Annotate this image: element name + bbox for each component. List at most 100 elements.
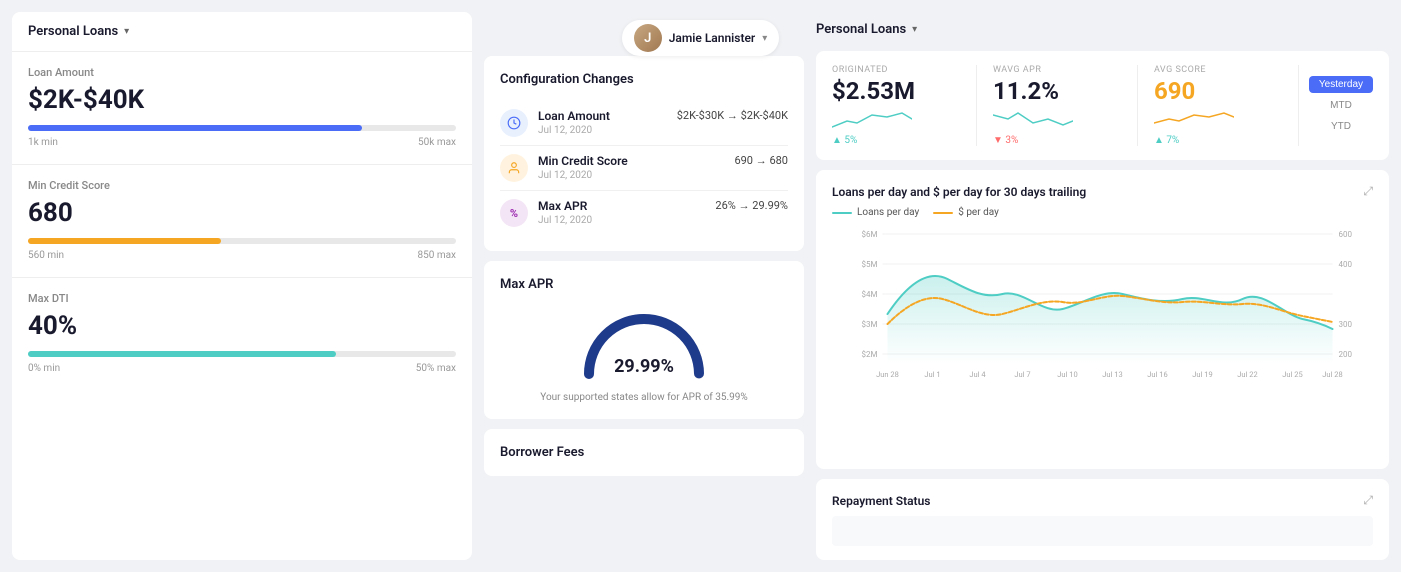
loan-amount-card: Loan Amount $2K-$40K 1k min 50k max <box>12 52 472 165</box>
credit-score-label: Min Credit Score <box>28 179 456 192</box>
stat-apr-label: WAVG APR <box>993 65 1121 75</box>
user-badge[interactable]: J Jamie Lannister ▾ <box>622 20 780 56</box>
borrower-fees-title: Borrower Fees <box>500 445 788 460</box>
expand-icon[interactable]: ⤢ <box>1363 184 1373 199</box>
center-panel: Configuration Changes Loan Amount Jul 12… <box>484 56 804 560</box>
loan-amount-fill <box>28 125 362 131</box>
time-btn-ytd[interactable]: YTD <box>1309 118 1373 135</box>
time-button-group: Yesterday MTD YTD <box>1299 76 1373 135</box>
svg-text:Jul 16: Jul 16 <box>1147 370 1167 379</box>
gauge-container: 29.99% <box>500 304 788 384</box>
config-apr-name: Max APR <box>538 199 705 213</box>
left-panel-chevron: ▾ <box>124 26 129 37</box>
svg-text:Jul 13: Jul 13 <box>1102 370 1122 379</box>
apr-sparkline <box>993 107 1073 131</box>
line-chart-svg: $6M $5M $4M $3M $2M 600 400 300 200 <box>832 224 1373 384</box>
stat-apr-value: 11.2% <box>993 79 1121 103</box>
config-apr-change: 26% → 29.99% <box>715 199 788 212</box>
repayment-expand-icon[interactable]: ⤢ <box>1363 493 1373 508</box>
stat-avg-score: AVG SCORE 690 ▲ 7% <box>1138 65 1299 146</box>
svg-text:$3M: $3M <box>862 320 878 329</box>
time-btn-yesterday[interactable]: Yesterday <box>1309 76 1373 93</box>
config-item-credit-content: Min Credit Score Jul 12, 2020 <box>538 154 724 181</box>
legend-line-loans <box>832 212 852 214</box>
loan-amount-track <box>28 125 456 131</box>
max-dti-label: Max DTI <box>28 292 456 305</box>
max-dti-value: 40% <box>28 311 456 341</box>
config-icon-credit <box>500 154 528 182</box>
config-apr-date: Jul 12, 2020 <box>538 215 705 226</box>
svg-text:Jul 28: Jul 28 <box>1322 370 1342 379</box>
max-dti-card: Max DTI 40% 0% min 50% max <box>12 278 472 390</box>
repayment-title: Repayment Status <box>832 494 930 508</box>
stat-originated-change: ▲ 5% <box>832 135 960 146</box>
legend-dollars: $ per day <box>933 207 999 218</box>
stat-originated-value: $2.53M <box>832 79 960 103</box>
stat-originated-label: ORIGINATED <box>832 65 960 75</box>
config-item-apr-content: Max APR Jul 12, 2020 <box>538 199 705 226</box>
loan-amount-label: Loan Amount <box>28 66 456 79</box>
left-panel: Personal Loans ▾ Loan Amount $2K-$40K 1k… <box>12 12 472 560</box>
legend-line-dollars <box>933 212 953 214</box>
svg-text:Jul 22: Jul 22 <box>1237 370 1257 379</box>
originated-sparkline <box>832 107 912 131</box>
user-chevron: ▾ <box>762 33 767 44</box>
config-loan-date: Jul 12, 2020 <box>538 125 667 136</box>
config-credit-change: 690 → 680 <box>734 154 788 167</box>
config-loan-change: $2K-$30K → $2K-$40K <box>677 109 788 122</box>
svg-text:Jun 28: Jun 28 <box>876 370 899 379</box>
gauge-svg: 29.99% <box>574 304 714 384</box>
stats-card: ORIGINATED $2.53M ▲ 5% WAVG APR 11.2% ▼ … <box>816 51 1389 160</box>
stat-wavg-apr: WAVG APR 11.2% ▼ 3% <box>977 65 1138 146</box>
svg-text:600: 600 <box>1339 230 1353 239</box>
svg-text:Jul 4: Jul 4 <box>969 370 986 379</box>
credit-score-fill <box>28 238 221 244</box>
stat-apr-change: ▼ 3% <box>993 135 1121 146</box>
svg-text:$2M: $2M <box>862 350 878 359</box>
config-loan-name: Loan Amount <box>538 109 667 123</box>
credit-score-card: Min Credit Score 680 560 min 850 max <box>12 165 472 278</box>
chart-title: Loans per day and $ per day for 30 days … <box>832 185 1086 199</box>
credit-score-track <box>28 238 456 244</box>
chart-legend: Loans per day $ per day <box>832 207 1373 218</box>
svg-text:300: 300 <box>1339 320 1353 329</box>
svg-text:Jul 19: Jul 19 <box>1192 370 1212 379</box>
left-panel-title: Personal Loans <box>28 24 118 39</box>
user-name: Jamie Lannister <box>669 31 756 45</box>
loan-amount-value: $2K-$40K <box>28 85 456 115</box>
max-apr-card: Max APR 29.99% Your supported states all… <box>484 261 804 419</box>
apr-note: Your supported states allow for APR of 3… <box>500 392 788 403</box>
max-dti-fill <box>28 351 336 357</box>
credit-score-labels: 560 min 850 max <box>28 250 456 261</box>
borrower-fees-card: Borrower Fees <box>484 429 804 476</box>
svg-text:400: 400 <box>1339 260 1353 269</box>
config-item-credit: Min Credit Score Jul 12, 2020 690 → 680 <box>500 146 788 191</box>
config-icon-apr: % <box>500 199 528 227</box>
right-panel-header[interactable]: Personal Loans ▾ <box>816 12 1389 41</box>
config-item-loan: Loan Amount Jul 12, 2020 $2K-$30K → $2K-… <box>500 101 788 146</box>
line-chart-card: Loans per day and $ per day for 30 days … <box>816 170 1389 469</box>
time-btn-mtd[interactable]: MTD <box>1309 97 1373 114</box>
repayment-content <box>832 516 1373 546</box>
stat-score-value: 690 <box>1154 79 1282 103</box>
config-credit-name: Min Credit Score <box>538 154 724 168</box>
stat-score-label: AVG SCORE <box>1154 65 1282 75</box>
config-changes-title: Configuration Changes <box>500 72 788 87</box>
config-icon-loan <box>500 109 528 137</box>
max-dti-track <box>28 351 456 357</box>
legend-loans: Loans per day <box>832 207 919 218</box>
loan-amount-labels: 1k min 50k max <box>28 137 456 148</box>
svg-text:Jul 25: Jul 25 <box>1282 370 1302 379</box>
max-apr-title: Max APR <box>500 277 788 292</box>
left-panel-header[interactable]: Personal Loans ▾ <box>12 12 472 52</box>
avatar: J <box>634 24 662 52</box>
stat-score-change: ▲ 7% <box>1154 135 1282 146</box>
svg-text:200: 200 <box>1339 350 1353 359</box>
score-sparkline <box>1154 107 1234 131</box>
svg-text:29.99%: 29.99% <box>614 356 674 377</box>
right-panel: Personal Loans ▾ ORIGINATED $2.53M ▲ 5% … <box>816 12 1389 560</box>
chart-header: Loans per day and $ per day for 30 days … <box>832 184 1373 199</box>
config-changes-card: Configuration Changes Loan Amount Jul 12… <box>484 56 804 251</box>
svg-text:Jul 10: Jul 10 <box>1057 370 1077 379</box>
config-item-apr: % Max APR Jul 12, 2020 26% → 29.99% <box>500 191 788 235</box>
